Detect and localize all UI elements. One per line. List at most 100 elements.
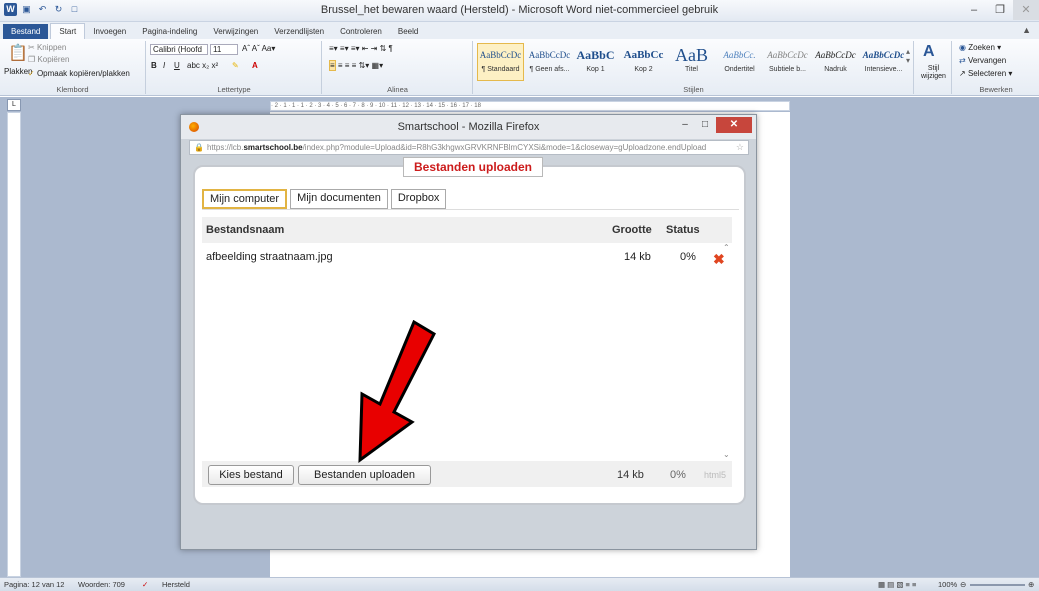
format-painter-button[interactable]: ✓ Opmaak kopiëren/plakken: [28, 69, 130, 78]
list-scroll-down-icon[interactable]: ⌄: [723, 450, 730, 459]
tab-controleren[interactable]: Controleren: [332, 24, 390, 39]
find-button[interactable]: ◉ Zoeken ▾: [959, 43, 1001, 52]
minimize-icon[interactable]: –: [961, 0, 987, 20]
change-styles-button[interactable]: Stijl wijzigen: [917, 65, 950, 81]
scissors-icon: ✂: [28, 43, 35, 52]
replace-icon: ⇄: [959, 56, 966, 65]
file-size: 14 kb: [624, 251, 651, 263]
group-paragraph: ≡▾ ≡▾ ≡▾ ⇤ ⇥ ⇅ ¶ ≡ ≡ ≡ ≡ ⇅▾ ▦▾ Alinea: [323, 41, 473, 94]
group-editing: ◉ Zoeken ▾ ⇄ Vervangen ↗ Selecteren ▾ Be…: [953, 41, 1039, 94]
word-title-bar: W ▣ ↶ ↻ □ Brussel_het bewaren waard (Her…: [0, 0, 1039, 22]
list-scroll-up-icon[interactable]: ⌃: [723, 243, 730, 252]
column-header-size: Grootte: [612, 224, 652, 236]
red-arrow-annotation: [358, 320, 436, 464]
tab-mijn-documenten[interactable]: Mijn documenten: [290, 189, 388, 209]
tab-verwijzingen[interactable]: Verwijzingen: [205, 24, 266, 39]
tab-beeld[interactable]: Beeld: [390, 24, 426, 39]
bold-button[interactable]: B: [151, 61, 157, 70]
popup-title-bar: Smartschool - Mozilla Firefox – □ ✕: [181, 115, 756, 139]
bookmark-star-icon[interactable]: ☆: [736, 141, 744, 154]
total-status: 0%: [670, 469, 686, 481]
copy-button[interactable]: ❐ Kopiëren: [28, 55, 69, 64]
style-intensieve-benadrukking[interactable]: AaBbCcDc Intensieve...: [860, 43, 907, 81]
select-button[interactable]: ↗ Selecteren ▾: [959, 69, 1012, 78]
red-arrow-shape: [358, 320, 436, 464]
group-font: Calibri (Hoofd 11 Aˆ Aˇ Aa▾ B I U abc x₂…: [147, 41, 322, 94]
column-header-status: Status: [666, 224, 700, 236]
file-name: afbeelding straatnaam.jpg: [206, 251, 333, 263]
recovered-status: Hersteld: [162, 580, 190, 589]
help-icon[interactable]: ▲: [1022, 25, 1031, 35]
style-geen-afstand[interactable]: AaBbCcDc ¶ Geen afs...: [526, 43, 573, 81]
url-bar[interactable]: 🔒 https://lcb.smartschool.be/index.php?mo…: [189, 140, 749, 155]
zoom-in-icon[interactable]: ⊕: [1028, 580, 1034, 589]
font-color-icon[interactable]: A: [252, 61, 258, 70]
highlight-icon[interactable]: ✎: [232, 61, 239, 70]
font-name-select[interactable]: Calibri (Hoofd: [150, 44, 208, 55]
change-styles-icon[interactable]: A: [923, 43, 935, 61]
tab-invoegen[interactable]: Invoegen: [85, 24, 134, 39]
copy-icon: ❐: [28, 55, 36, 64]
style-nadruk[interactable]: AaBbCcDc Nadruk: [812, 43, 859, 81]
tab-bestand[interactable]: Bestand: [3, 24, 49, 39]
status-bar: Pagina: 12 van 12 Woorden: 709 ✓ Herstel…: [0, 577, 1039, 591]
paste-icon[interactable]: 📋: [8, 43, 28, 63]
style-standaard[interactable]: AaBbCcDc ¶ Standaard: [477, 43, 524, 81]
tab-selector-button[interactable]: L: [7, 99, 21, 111]
popup-minimize-icon[interactable]: –: [676, 117, 694, 133]
tab-mijn-computer[interactable]: Mijn computer: [202, 189, 288, 209]
horizontal-ruler[interactable]: · 2 · 1 · 1 · 1 · 2 · 3 · 4 · 5 · 6 · 7 …: [270, 101, 790, 111]
style-titel[interactable]: AaB Titel: [668, 43, 715, 81]
upload-dialog-header: Bestanden uploaden: [403, 157, 543, 177]
view-buttons[interactable]: ▦ ▤ ▧ ≡ ≡: [878, 580, 916, 589]
upload-files-button[interactable]: Bestanden uploaden: [298, 465, 431, 485]
popup-maximize-icon[interactable]: □: [696, 117, 714, 133]
style-ondertitel[interactable]: AaBbCc. Ondertitel: [716, 43, 763, 81]
grow-font-icon[interactable]: Aˆ Aˇ Aa▾: [242, 44, 275, 53]
styles-scroll-icon[interactable]: ▴ ▾: [906, 47, 910, 65]
tab-start[interactable]: Start: [50, 23, 86, 39]
restore-icon[interactable]: ❐: [987, 0, 1013, 20]
ribbon: 📋 Plakken ✂ Knippen ❐ Kopiëren ✓ Opmaak …: [0, 39, 1039, 96]
zoom-slider[interactable]: [970, 584, 1025, 586]
style-subtiele-benadrukking[interactable]: AaBbCcDc Subtiele b...: [764, 43, 811, 81]
window-controls: – ❐ ✕: [961, 0, 1039, 20]
style-kop-1[interactable]: AaBbC Kop 1: [572, 43, 619, 81]
delete-file-icon[interactable]: ✖: [713, 251, 725, 268]
group-clipboard: 📋 Plakken ✂ Knippen ❐ Kopiëren ✓ Opmaak …: [0, 41, 146, 94]
word-count[interactable]: Woorden: 709: [78, 580, 125, 589]
italic-button[interactable]: I: [163, 61, 165, 70]
choose-file-button[interactable]: Kies bestand: [208, 465, 294, 485]
brush-icon: ✓: [28, 69, 35, 78]
replace-button[interactable]: ⇄ Vervangen: [959, 56, 1006, 65]
cut-button[interactable]: ✂ Knippen: [28, 43, 66, 52]
group-styles: AaBbCcDc ¶ Standaard AaBbCcDc ¶ Geen afs..…: [474, 41, 914, 94]
tab-pagina-indeling[interactable]: Pagina-indeling: [134, 24, 205, 39]
upload-dialog: Bestanden uploaden Mijn computer Mijn do…: [193, 157, 746, 505]
lock-icon: 🔒: [194, 143, 204, 152]
tab-verzendlijsten[interactable]: Verzendlijsten: [266, 24, 332, 39]
zoom-out-icon[interactable]: ⊖: [960, 580, 966, 589]
group-change-styles: A Stijl wijzigen: [915, 41, 952, 94]
strikethrough-button[interactable]: abc x₂ x²: [187, 61, 218, 70]
page-count[interactable]: Pagina: 12 van 12: [4, 580, 64, 589]
popup-close-icon[interactable]: ✕: [716, 117, 752, 133]
column-header-name: Bestandsnaam: [206, 224, 285, 236]
underline-button[interactable]: U: [174, 61, 180, 70]
cursor-icon: ↗: [959, 69, 966, 78]
close-icon[interactable]: ✕: [1013, 0, 1039, 20]
proofing-icon[interactable]: ✓: [142, 580, 148, 589]
style-kop-2[interactable]: AaBbCc Kop 2: [620, 43, 667, 81]
vertical-ruler[interactable]: [7, 112, 21, 577]
binoculars-icon: ◉: [959, 43, 966, 52]
bullets-icon[interactable]: ≡▾ ≡▾ ≡▾ ⇤ ⇥ ⇅ ¶: [329, 44, 393, 53]
table-row: afbeelding straatnaam.jpg 14 kb 0% ✖: [202, 249, 732, 267]
window-title: Brussel_het bewaren waard (Hersteld) - M…: [320, 4, 719, 16]
align-left-icon[interactable]: ≡ ≡ ≡ ≡ ⇅▾ ▦▾: [329, 60, 383, 71]
zoom-level[interactable]: 100%: [938, 580, 957, 589]
popup-title: Smartschool - Mozilla Firefox: [397, 121, 540, 133]
firefox-popup-window: Smartschool - Mozilla Firefox – □ ✕ 🔒 htt…: [180, 114, 757, 550]
tab-dropbox[interactable]: Dropbox: [390, 189, 447, 209]
group-label-paragraph: Alinea: [387, 85, 408, 94]
font-size-select[interactable]: 11: [210, 44, 238, 55]
